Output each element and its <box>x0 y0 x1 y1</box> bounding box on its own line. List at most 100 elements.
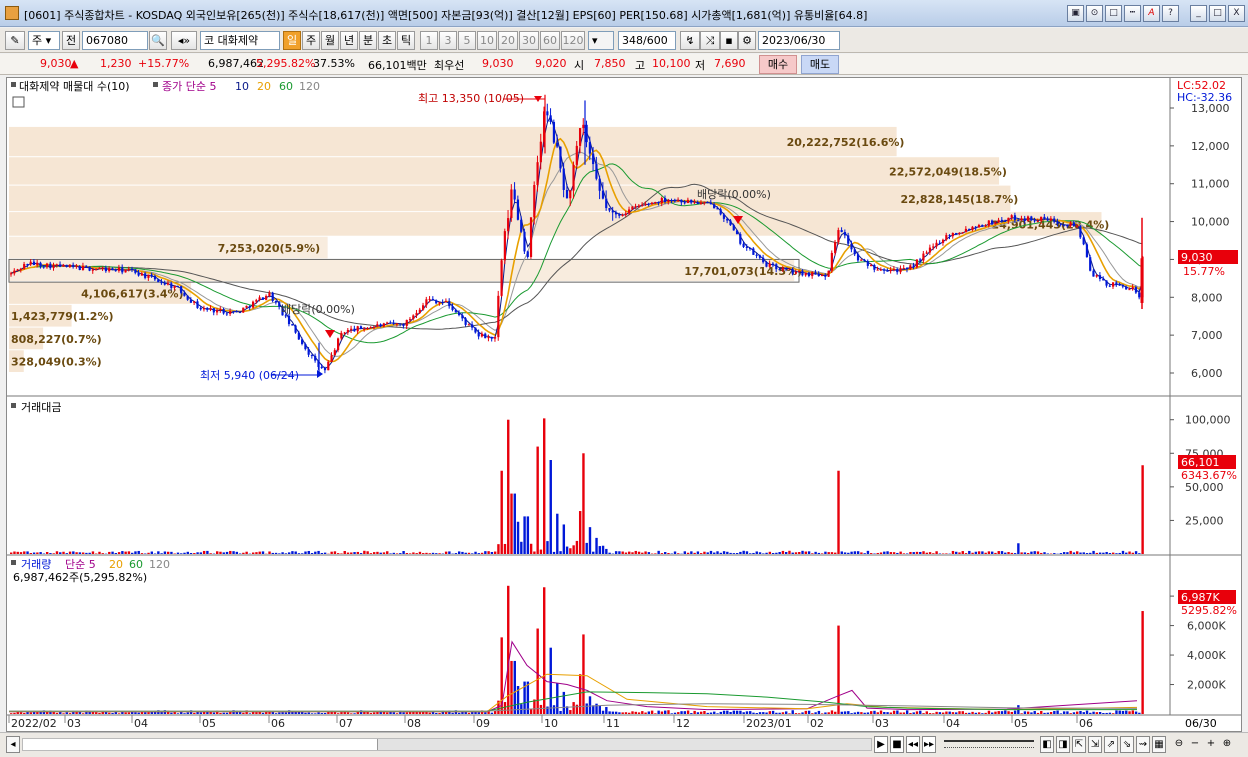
interval-20[interactable]: 20 <box>498 31 518 50</box>
tool-icon-7[interactable]: ⇝ <box>1136 736 1150 753</box>
stock-code-input[interactable]: 067080 <box>82 31 148 50</box>
volume-bar <box>559 710 562 714</box>
interval-60[interactable]: 60 <box>540 31 560 50</box>
forward-button[interactable]: ▸▸ <box>922 736 936 753</box>
amount-bar <box>431 552 435 554</box>
tool-icon-3[interactable]: ⇱ <box>1072 736 1086 753</box>
candle-body <box>108 268 111 272</box>
chart-svg[interactable]: 20,222,752(16.6%) 22,572,049(18.5%) 22,828… <box>7 78 1241 731</box>
interval-5[interactable]: 5 <box>458 31 476 50</box>
data-count-input[interactable]: 348/600 <box>618 31 676 50</box>
volume-bar <box>137 712 140 714</box>
amount-bar <box>1121 550 1125 554</box>
date-input[interactable]: 2023/06/30 <box>758 31 840 50</box>
volume-bar <box>775 712 778 714</box>
volume-bar <box>771 710 775 714</box>
period-day[interactable]: 일 <box>283 31 301 50</box>
period-second[interactable]: 초 <box>378 31 396 50</box>
interval-30[interactable]: 30 <box>519 31 539 50</box>
amount-bar <box>85 552 88 554</box>
candle-body <box>219 309 222 311</box>
volume-bar <box>402 712 405 714</box>
candle-body <box>222 309 225 314</box>
volume-bar <box>471 712 474 714</box>
layout-button[interactable]: ▣ <box>1067 5 1084 22</box>
stop-button[interactable]: ■ <box>890 736 904 753</box>
zoom-in-icon[interactable]: ⊕ <box>1220 736 1234 753</box>
tool-icon-2[interactable]: ◨ <box>1056 736 1070 753</box>
scroll-left-button[interactable]: ◂ <box>6 736 20 753</box>
high-label: 고 <box>635 59 646 72</box>
period-year[interactable]: 년 <box>340 31 358 50</box>
volume-bar <box>1079 711 1082 714</box>
tool-icon-6[interactable]: ⇘ <box>1120 736 1134 753</box>
tool-icon-5[interactable]: ⇗ <box>1104 736 1118 753</box>
candle-body <box>72 264 75 267</box>
interval-120[interactable]: 120 <box>561 31 585 50</box>
period-minute[interactable]: 분 <box>359 31 377 50</box>
period-select[interactable]: 주 ▾ <box>28 31 60 50</box>
close-button[interactable]: X <box>1228 5 1245 22</box>
amount-axis-label: 25,000 <box>1185 514 1224 527</box>
zoom-slider[interactable] <box>944 740 1034 748</box>
link-button[interactable]: ⊙ <box>1086 5 1103 22</box>
candle-body <box>170 283 173 288</box>
period-month[interactable]: 월 <box>321 31 339 50</box>
minimize-button[interactable]: _ <box>1190 5 1207 22</box>
help-button[interactable]: ? <box>1162 5 1179 22</box>
period-tick[interactable]: 틱 <box>397 31 415 50</box>
amount-bar <box>163 551 167 554</box>
table-icon[interactable] <box>12 96 25 108</box>
zoom-out-icon[interactable]: ⊖ <box>1172 736 1186 753</box>
volume-bar <box>124 712 127 714</box>
amount-bar <box>62 551 65 554</box>
interval-1[interactable]: 1 <box>420 31 438 50</box>
tool-icon-8[interactable]: ▦ <box>1152 736 1166 753</box>
candle-body <box>863 259 866 262</box>
compare-icon[interactable]: ⤨ <box>700 31 720 50</box>
period-week[interactable]: 주 <box>302 31 320 50</box>
minus-icon[interactable]: − <box>1188 736 1202 753</box>
candle-body <box>245 305 248 308</box>
settings-icon[interactable]: ⚙ <box>738 31 756 50</box>
interval-custom-input[interactable]: ▾ <box>588 31 614 50</box>
chart-type-icon[interactable]: ↯ <box>680 31 700 50</box>
candle-body <box>556 142 559 147</box>
save-icon[interactable]: ▪ <box>720 31 738 50</box>
amount-bar <box>856 551 860 554</box>
chart-area[interactable]: 20,222,752(16.6%) 22,572,049(18.5%) 22,828… <box>6 77 1242 732</box>
play-button[interactable]: ▶ <box>874 736 888 753</box>
window-button[interactable]: □ <box>1105 5 1122 22</box>
volume-bar <box>791 710 794 714</box>
scroll-track[interactable] <box>22 738 872 751</box>
rewind-button[interactable]: ◂◂ <box>906 736 920 753</box>
volume-bar <box>905 710 909 714</box>
pin-icon[interactable]: ✎ <box>5 31 25 50</box>
jeon-button[interactable]: 전 <box>62 31 80 50</box>
interval-3[interactable]: 3 <box>439 31 457 50</box>
buy-button[interactable]: 매수 <box>759 55 797 74</box>
candle-body <box>1128 289 1131 291</box>
maximize-button[interactable]: □ <box>1209 5 1226 22</box>
candle-body <box>709 202 712 205</box>
candle-body <box>477 332 480 337</box>
search-icon[interactable]: 🔍 <box>149 31 167 50</box>
candle-body <box>657 202 660 204</box>
interval-10[interactable]: 10 <box>477 31 497 50</box>
stock-name-field[interactable]: 코 대화제약 <box>200 31 280 50</box>
x-axis-label: 08 <box>407 717 421 730</box>
print-button[interactable]: ┅ <box>1124 5 1141 22</box>
sound-icon[interactable]: ◂» <box>171 31 197 50</box>
volume-percent: 5,295.82% <box>256 57 316 70</box>
candle-body <box>500 260 503 296</box>
candle-body <box>189 299 193 303</box>
candle-body <box>1056 221 1059 224</box>
sell-button[interactable]: 매도 <box>801 55 839 74</box>
plus-icon[interactable]: + <box>1204 736 1218 753</box>
scroll-thumb[interactable] <box>23 739 378 750</box>
amount-bar <box>745 551 749 554</box>
amount-bar <box>781 550 785 554</box>
tool-icon-4[interactable]: ⇲ <box>1088 736 1102 753</box>
font-button[interactable]: A <box>1143 5 1160 22</box>
tool-icon-1[interactable]: ◧ <box>1040 736 1054 753</box>
